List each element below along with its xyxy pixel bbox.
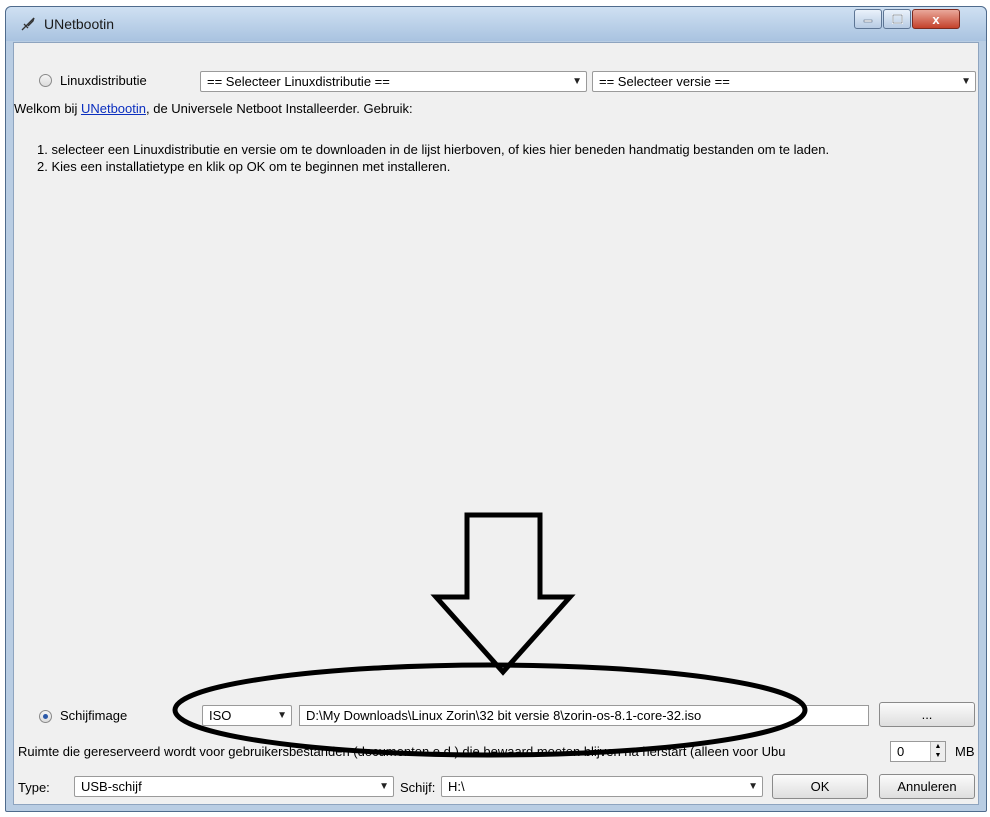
version-select[interactable]: == Selecteer versie == ▼ [592,71,976,92]
browse-button-label: ... [921,707,933,722]
drive-label: Schijf: [400,780,436,795]
intro-text: Welkom bij UNetbootin, de Universele Net… [14,101,969,116]
image-type-select[interactable]: ISO ▼ [202,705,292,726]
unetbootin-window: UNetbootin x Linuxdistributie == Selecte… [5,6,987,812]
chevron-down-icon: ▼ [572,76,582,87]
minimize-button[interactable] [854,9,882,29]
step-1: 1. selecteer een Linuxdistributie en ver… [37,142,830,157]
close-button[interactable]: x [912,9,960,29]
image-path-value: D:\My Downloads\Linux Zorin\32 bit versi… [306,708,702,723]
image-type-select-value: ISO [209,708,232,723]
type-label: Type: [18,780,50,795]
ok-button[interactable]: OK [772,774,868,799]
window-title: UNetbootin [44,16,115,32]
cancel-button-label: Annuleren [897,779,957,794]
ok-button-label: OK [810,779,830,794]
reserve-space-unit: MB [955,744,975,759]
distribution-radio-label: Linuxdistributie [60,73,147,88]
unetbootin-app-icon [21,17,35,31]
cancel-button[interactable]: Annuleren [879,774,975,799]
distribution-radio[interactable] [39,74,52,87]
reserve-space-label: Ruimte die gereserveerd wordt voor gebru… [18,744,786,759]
reserve-space-stepper[interactable]: 0 ▲ ▼ [890,741,946,762]
chevron-down-icon: ▼ [961,76,971,87]
distribution-select-value: == Selecteer Linuxdistributie == [207,74,390,89]
drive-select-value: H:\ [448,779,465,794]
minimize-icon [863,19,873,23]
client-area: Linuxdistributie == Selecteer Linuxdistr… [13,42,979,805]
disk-image-radio[interactable] [39,710,52,723]
distribution-select[interactable]: == Selecteer Linuxdistributie == ▼ [200,71,587,92]
intro-suffix: , de Universele Netboot Installeerder. G… [146,101,413,116]
install-type-select-value: USB-schijf [81,779,142,794]
reserve-space-value: 0 [897,744,905,759]
maximize-icon [891,14,903,24]
install-type-select[interactable]: USB-schijf ▼ [74,776,394,797]
image-path-input[interactable]: D:\My Downloads\Linux Zorin\32 bit versi… [299,705,869,726]
chevron-down-icon: ▼ [379,781,389,792]
chevron-down-icon: ▼ [748,781,758,792]
version-select-value: == Selecteer versie == [599,74,730,89]
maximize-button[interactable] [883,9,911,29]
disk-image-radio-label: Schijfimage [60,708,128,723]
intro-prefix: Welkom bij [14,101,81,116]
instruction-steps: 1. selecteer een Linuxdistributie en ver… [37,141,829,175]
title-bar[interactable]: UNetbootin x [6,7,986,41]
drive-select[interactable]: H:\ ▼ [441,776,763,797]
stepper-arrows-icon[interactable]: ▲ ▼ [930,742,945,761]
step-2: 2. Kies een installatietype en klik op O… [37,159,451,174]
chevron-down-icon: ▼ [277,710,287,721]
browse-button[interactable]: ... [879,702,975,727]
unetbootin-link[interactable]: UNetbootin [81,101,146,116]
close-icon: x [932,11,940,27]
